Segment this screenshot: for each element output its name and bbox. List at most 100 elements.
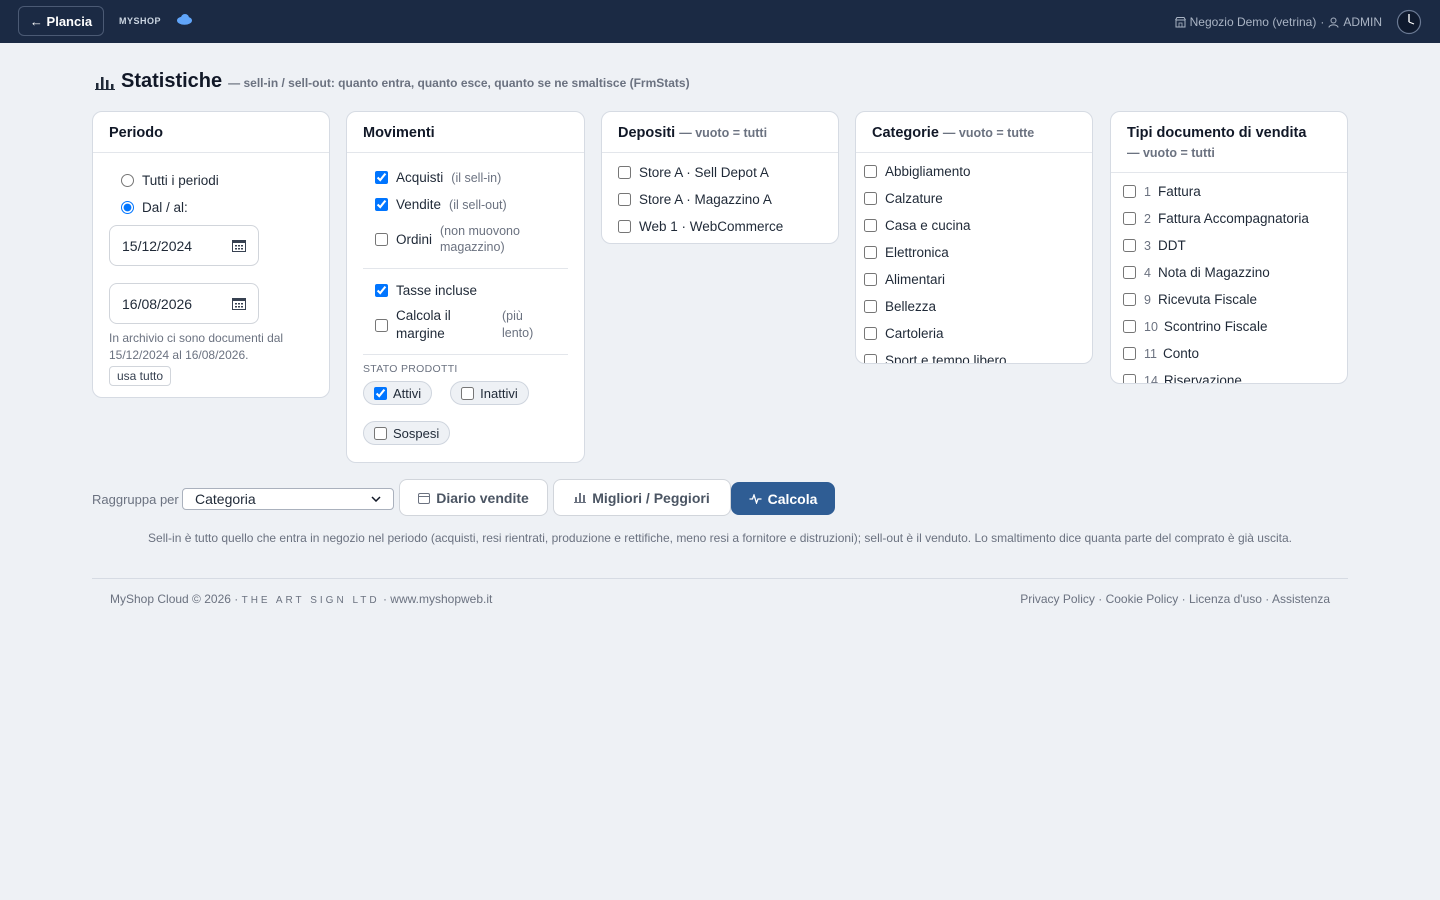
categoria-item[interactable]: Sport e tempo libero [864,347,1084,363]
deposito-item[interactable]: Store A · Magazzino A [618,186,822,213]
deposito-item[interactable]: Store A · Sell Depot A [618,159,822,186]
categoria-checkbox[interactable] [864,165,877,178]
group-by-select[interactable]: Categoria [182,488,394,510]
tipi-title: Tipi documento di vendita [1127,125,1307,141]
deposito-checkbox[interactable] [618,220,631,233]
group-by-label: Raggruppa per [92,492,179,507]
deposito-checkbox[interactable] [618,166,631,179]
tasse-label: Tasse incluse [396,283,478,298]
support-link[interactable]: Assistenza [1272,592,1330,606]
privacy-policy-link[interactable]: Privacy Policy [1020,592,1095,606]
acquisti-option[interactable]: Acquisti (il sell-in) [363,164,568,191]
tipo-checkbox[interactable] [1123,266,1136,279]
categoria-item[interactable]: Casa e cucina [864,212,1084,239]
periodo-all-radio[interactable] [121,174,134,187]
categoria-item[interactable]: Elettronica [864,239,1084,266]
sospesi-pill[interactable]: Sospesi [363,421,451,445]
periodo-all-label: Tutti i periodi [142,173,219,188]
cookie-policy-link[interactable]: Cookie Policy [1106,592,1179,606]
back-to-plancia-button[interactable]: ← Plancia [18,6,104,36]
user-name[interactable]: ADMIN [1343,15,1382,29]
calcola-button[interactable]: Calcola [731,482,835,515]
tipo-item[interactable]: 14 Riservazione [1123,367,1335,383]
tipi-list[interactable]: 1 Fattura 2 Fattura Accompagnatoria 3 DDT 4… [1111,173,1347,383]
tasse-checkbox[interactable] [375,284,388,297]
categoria-label: Casa e cucina [885,218,971,233]
categoria-checkbox[interactable] [864,273,877,286]
company-logo: THE ART SIGN LTD [241,595,380,606]
migliori-peggiori-label: Migliori / Peggiori [592,489,710,506]
ordini-option[interactable]: Ordini (non muovono magazzino) [363,218,568,260]
tipo-checkbox[interactable] [1123,212,1136,225]
deposito-checkbox[interactable] [618,193,631,206]
tipo-item[interactable]: 10 Scontrino Fiscale [1123,313,1335,340]
tasse-option[interactable]: Tasse incluse [363,277,568,304]
categoria-item[interactable]: Calzature [864,185,1084,212]
tipo-checkbox[interactable] [1123,293,1136,306]
calendar-icon[interactable] [232,239,246,252]
categoria-checkbox[interactable] [864,354,877,363]
tipo-number: 9 [1144,292,1151,307]
acquisti-checkbox[interactable] [375,171,388,184]
tipo-item[interactable]: 4 Nota di Magazzino [1123,259,1335,286]
diario-vendite-button[interactable]: Diario vendite [399,479,548,516]
tipo-item[interactable]: 2 Fattura Accompagnatoria [1123,205,1335,232]
footer-copyright: MyShop Cloud © 2026 · [110,592,239,606]
use-all-button[interactable]: usa tutto [109,366,172,386]
shop-name: Negozio Demo (vetrina) [1189,15,1317,29]
vendite-checkbox[interactable] [375,198,388,211]
tipo-checkbox[interactable] [1123,374,1136,383]
categoria-checkbox[interactable] [864,300,877,313]
periodo-range-label: Dal / al: [142,200,188,215]
migliori-peggiori-button[interactable]: Migliori / Peggiori [553,479,731,516]
categoria-item[interactable]: Bellezza [864,293,1084,320]
tipo-item[interactable]: 1 Fattura [1123,178,1335,205]
tipo-item[interactable]: 11 Conto [1123,340,1335,367]
vendite-label: Vendite [396,197,442,212]
margine-option[interactable]: Calcola il margine (più lento) [363,304,568,346]
tipo-checkbox[interactable] [1123,320,1136,333]
categorie-title: Categorie [872,125,939,141]
calendar-icon[interactable] [232,297,246,310]
vendite-option[interactable]: Vendite (il sell-out) [363,191,568,218]
clock-icon[interactable] [1396,9,1422,35]
tipo-checkbox[interactable] [1123,239,1136,252]
attivi-checkbox[interactable] [374,386,387,400]
license-link[interactable]: Licenza d'uso [1189,592,1262,606]
ordini-checkbox[interactable] [375,232,388,246]
tipo-item[interactable]: 3 DDT [1123,232,1335,259]
categorie-hint: — vuoto = tutte [942,126,1035,140]
divider [363,354,568,355]
deposito-item[interactable]: Web 1 · WebCommerce [618,213,822,240]
deposito-label: Store A · Magazzino A [639,192,772,207]
inattivi-pill[interactable]: Inattivi [450,381,529,405]
sospesi-checkbox[interactable] [374,426,387,440]
tipo-label: Fattura [1158,184,1201,199]
tipo-number: 14 [1144,373,1158,384]
inattivi-checkbox[interactable] [461,386,475,400]
categoria-checkbox[interactable] [864,246,877,259]
tipo-checkbox[interactable] [1123,185,1136,198]
tipi-hint: — vuoto = tutti [1127,146,1215,160]
date-to-input[interactable]: 16/08/2026 [109,283,259,324]
categoria-checkbox[interactable] [864,327,877,340]
periodo-all-option[interactable]: Tutti i periodi [109,167,313,194]
categoria-item[interactable]: Abbigliamento [864,158,1084,185]
periodo-range-option[interactable]: Dal / al: [109,194,313,221]
calendar-icon [418,492,431,504]
categorie-list[interactable]: Abbigliamento Calzature Casa e cucina El… [856,153,1092,363]
date-from-input[interactable]: 15/12/2024 [109,225,259,266]
margine-checkbox[interactable] [375,318,388,332]
categoria-checkbox[interactable] [864,219,877,232]
categoria-item[interactable]: Cartoleria [864,320,1084,347]
tipo-checkbox[interactable] [1123,347,1136,360]
periodo-range-radio[interactable] [121,201,134,214]
deposito-label: Web 1 · WebCommerce [639,219,784,234]
footer-site-link[interactable]: · www.myshopweb.it [383,592,492,606]
categoria-checkbox[interactable] [864,192,877,205]
periodo-title: Periodo [93,112,329,153]
back-button-label: ← Plancia [29,13,93,29]
categoria-item[interactable]: Alimentari [864,266,1084,293]
tipo-item[interactable]: 9 Ricevuta Fiscale [1123,286,1335,313]
attivi-pill[interactable]: Attivi [363,381,433,405]
